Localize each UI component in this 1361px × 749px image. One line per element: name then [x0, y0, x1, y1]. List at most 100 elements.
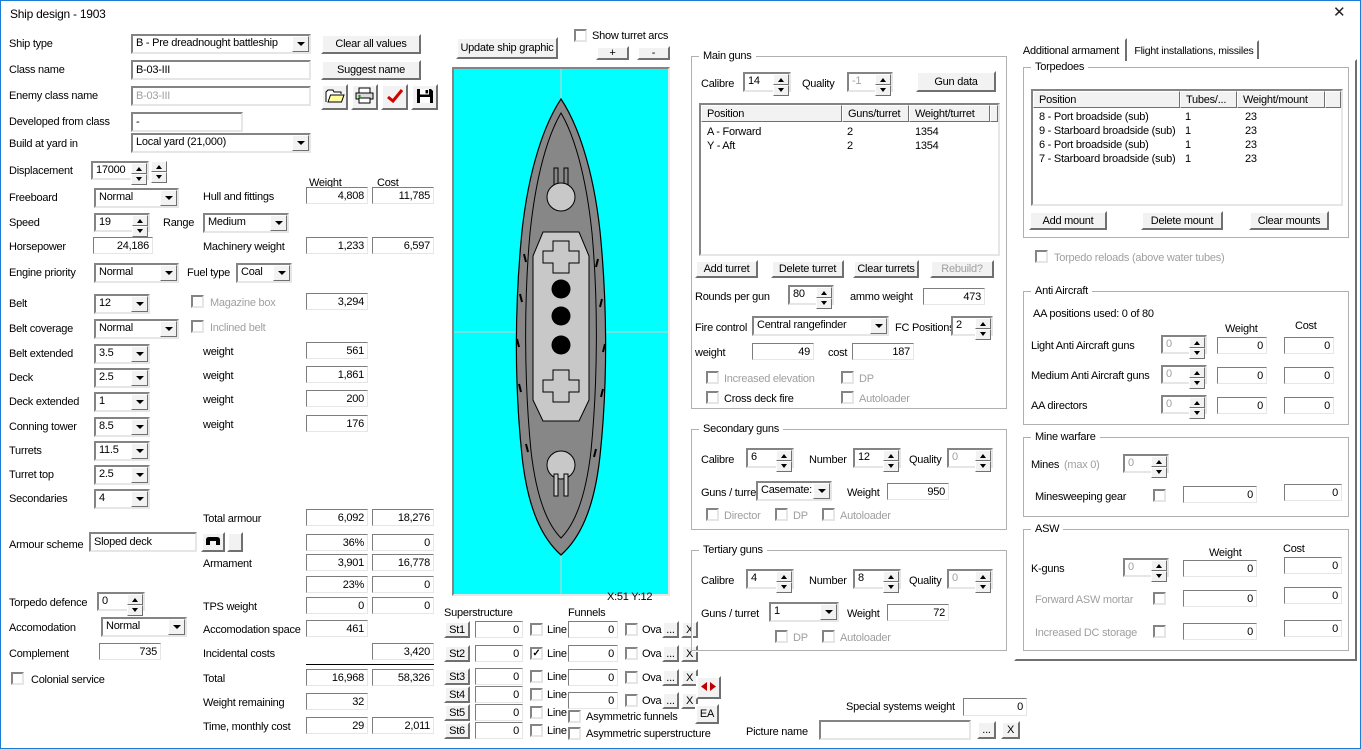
- chevron-down-icon[interactable]: [870, 318, 887, 334]
- tg-autoloader-checkbox[interactable]: [822, 630, 835, 643]
- spin-up-icon[interactable]: [875, 74, 891, 85]
- spin-down-icon[interactable]: [151, 172, 167, 183]
- chevron-down-icon[interactable]: [160, 265, 177, 281]
- spin-up-icon[interactable]: [1189, 367, 1205, 378]
- tp-col-weight[interactable]: Weight/mount: [1237, 91, 1325, 108]
- spin-up-icon[interactable]: [1151, 456, 1167, 467]
- sg-guns-turret-select[interactable]: Casemate:: [756, 481, 832, 501]
- mg-calibre-stepper[interactable]: 14: [743, 72, 791, 92]
- main-guns-table[interactable]: Position Guns/turret Weight/turret A - F…: [699, 103, 1000, 256]
- spin-down-icon[interactable]: [816, 298, 832, 309]
- chevron-down-icon[interactable]: [131, 346, 148, 362]
- light-aa-stepper[interactable]: 0: [1161, 335, 1207, 354]
- st5-line-checkbox[interactable]: [530, 706, 543, 719]
- st4-line-checkbox[interactable]: [530, 688, 543, 701]
- spin-up-icon[interactable]: [776, 571, 792, 582]
- chevron-down-icon[interactable]: [131, 491, 148, 507]
- tg-number-stepper[interactable]: 8: [853, 569, 901, 589]
- spin-up-icon[interactable]: [773, 74, 789, 85]
- belt-extended-select[interactable]: 3.5: [94, 344, 150, 364]
- check-design-button[interactable]: [381, 84, 408, 110]
- chevron-down-icon[interactable]: [131, 296, 148, 312]
- developed-from-input[interactable]: [131, 112, 243, 132]
- spin-down-icon[interactable]: [975, 329, 991, 340]
- mg-row1-position[interactable]: A - Forward: [707, 126, 761, 139]
- funnel2-browse-button[interactable]: ...: [662, 645, 679, 662]
- tp-row2-position[interactable]: 9 - Starboard broadside (sub): [1039, 125, 1175, 138]
- funnel4-browse-button[interactable]: ...: [662, 692, 679, 709]
- fc-positions-stepper[interactable]: 2: [951, 316, 993, 336]
- turret-top-select[interactable]: 2.5: [94, 465, 150, 485]
- speed-stepper[interactable]: 19: [94, 213, 150, 232]
- mg-col-guns[interactable]: Guns/turret: [842, 105, 909, 122]
- spin-up-icon[interactable]: [975, 571, 991, 582]
- torpedoes-table[interactable]: Position Tubes/... Weight/mount 8 - Port…: [1031, 89, 1343, 206]
- mines-stepper[interactable]: 0: [1123, 454, 1169, 473]
- spin-down-icon[interactable]: [1151, 467, 1167, 478]
- picture-name-input[interactable]: [819, 720, 971, 740]
- tg-dp-checkbox[interactable]: [775, 630, 788, 643]
- belt-coverage-select[interactable]: Normal: [94, 319, 179, 339]
- chevron-down-icon[interactable]: [820, 604, 837, 620]
- spin-up-icon[interactable]: [975, 450, 991, 461]
- spin-up-icon[interactable]: [816, 287, 832, 298]
- spin-up-icon[interactable]: [127, 594, 143, 605]
- mg-col-weight[interactable]: Weight/turret: [909, 105, 990, 122]
- fire-control-select[interactable]: Central rangefinder: [752, 316, 889, 336]
- rounds-per-gun-stepper[interactable]: 80: [788, 285, 834, 305]
- zoom-in-button[interactable]: +: [596, 46, 629, 60]
- chevron-down-icon[interactable]: [131, 467, 148, 483]
- st5-button[interactable]: St5: [444, 704, 470, 721]
- class-name-input[interactable]: [131, 60, 311, 80]
- st3-button[interactable]: St3: [444, 668, 470, 685]
- clear-turrets-button[interactable]: Clear turrets: [853, 260, 919, 278]
- spin-down-icon[interactable]: [1189, 348, 1205, 359]
- spin-up-icon[interactable]: [1189, 397, 1205, 408]
- ship-type-select[interactable]: B - Pre dreadnought battleship: [131, 34, 311, 54]
- tab-additional-armament[interactable]: Additional armament: [1015, 38, 1127, 61]
- enemy-class-input[interactable]: [131, 86, 311, 106]
- sg-director-checkbox[interactable]: [706, 508, 719, 521]
- sg-calibre-stepper[interactable]: 6: [746, 448, 794, 468]
- st4-button[interactable]: St4: [444, 686, 470, 703]
- spin-down-icon[interactable]: [1189, 408, 1205, 419]
- spin-down-icon[interactable]: [975, 461, 991, 472]
- tg-quality-stepper[interactable]: 0: [947, 569, 993, 589]
- spin-down-icon[interactable]: [875, 85, 891, 96]
- cross-deck-fire-checkbox[interactable]: [706, 391, 719, 404]
- chevron-down-icon[interactable]: [270, 215, 287, 231]
- armour-scheme-picker-button[interactable]: [201, 532, 225, 552]
- picture-clear-button[interactable]: X: [1001, 721, 1020, 739]
- funnel3-browse-button[interactable]: ...: [662, 669, 679, 686]
- mg-row2-position[interactable]: Y - Aft: [707, 140, 735, 153]
- spin-down-icon[interactable]: [883, 461, 899, 472]
- chevron-down-icon[interactable]: [131, 443, 148, 459]
- st6-button[interactable]: St6: [444, 722, 470, 739]
- ea-button[interactable]: EA: [695, 704, 719, 724]
- spin-down-icon[interactable]: [1189, 378, 1205, 389]
- sg-autoloader-checkbox[interactable]: [822, 508, 835, 521]
- tp-row4-position[interactable]: 7 - Starboard broadside (sub): [1039, 153, 1175, 166]
- st3-line-checkbox[interactable]: [530, 670, 543, 683]
- asw-mortar-checkbox[interactable]: [1153, 592, 1166, 605]
- funnel1-oval-checkbox[interactable]: [625, 623, 638, 636]
- chevron-down-icon[interactable]: [131, 370, 148, 386]
- chevron-down-icon[interactable]: [168, 619, 185, 635]
- spin-down-icon[interactable]: [975, 582, 991, 593]
- st2-button[interactable]: St2: [444, 645, 470, 662]
- st1-button[interactable]: St1: [444, 621, 470, 638]
- clear-mounts-button[interactable]: Clear mounts: [1249, 211, 1329, 230]
- deck-extended-select[interactable]: 1: [94, 392, 150, 412]
- open-design-button[interactable]: [321, 84, 348, 110]
- sg-dp-checkbox[interactable]: [775, 508, 788, 521]
- funnel1-browse-button[interactable]: ...: [662, 621, 679, 638]
- spin-down-icon[interactable]: [776, 461, 792, 472]
- spin-up-icon[interactable]: [1151, 560, 1167, 571]
- secondaries-armour-select[interactable]: 4: [94, 489, 150, 509]
- tp-row1-position[interactable]: 8 - Port broadside (sub): [1039, 111, 1149, 124]
- print-design-button[interactable]: [351, 84, 378, 110]
- mg-col-position[interactable]: Position: [701, 105, 842, 122]
- spin-down-icon[interactable]: [127, 605, 143, 616]
- chevron-down-icon[interactable]: [292, 36, 309, 52]
- update-ship-graphic-button[interactable]: Update ship graphic: [456, 37, 558, 59]
